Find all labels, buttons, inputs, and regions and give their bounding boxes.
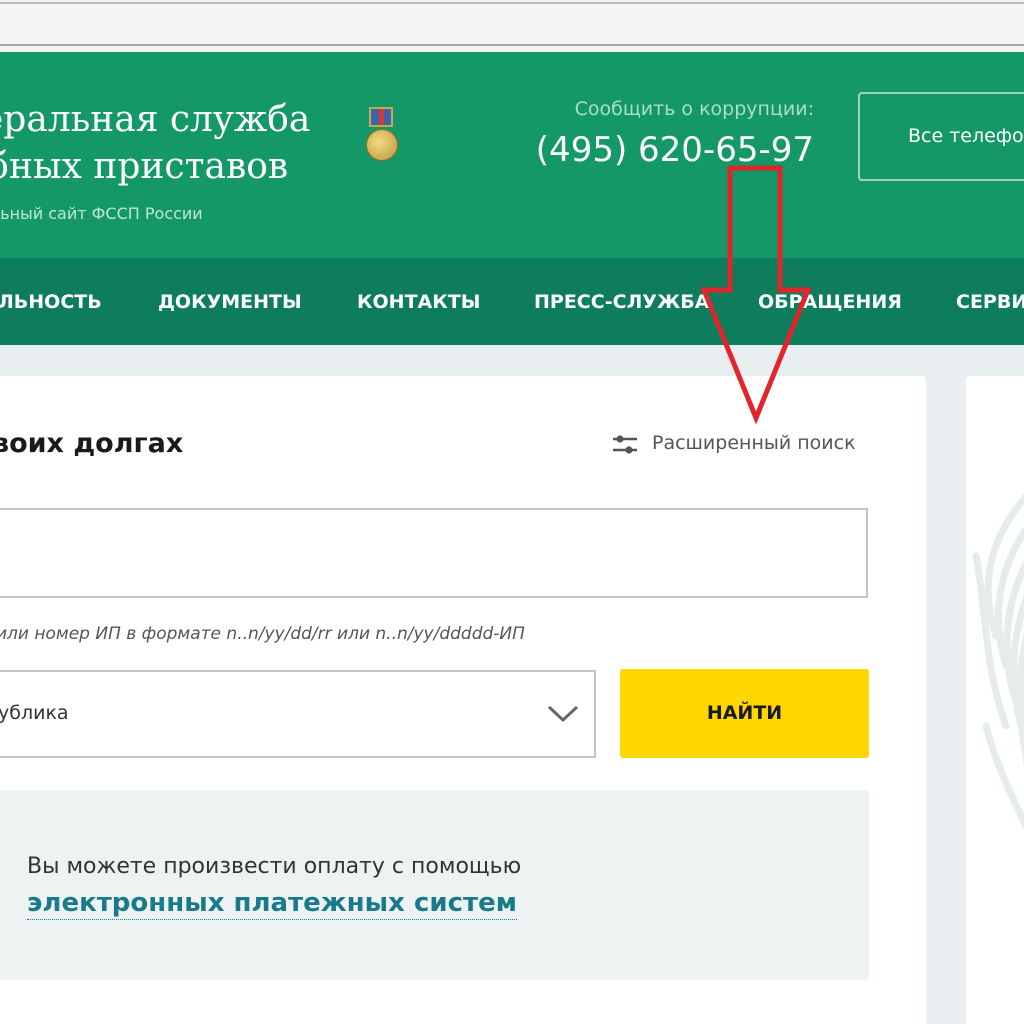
- side-panel: [966, 376, 1024, 1024]
- browser-chrome: [0, 0, 1024, 52]
- nav-item-contacts[interactable]: КОНТАКТЫ: [357, 290, 480, 314]
- nav-item-press[interactable]: ПРЕСС-СЛУЖБА: [534, 290, 709, 314]
- corruption-phone[interactable]: (495) 620-65-97: [530, 128, 814, 172]
- emblem-watermark-icon: [972, 493, 1024, 830]
- browser-divider: [0, 44, 1024, 46]
- nav-item-appeals[interactable]: ОБРАЩЕНИЯ: [758, 290, 902, 314]
- payment-systems-link[interactable]: электронных платежных систем: [27, 887, 517, 920]
- main-nav: ЛЬНОСТЬ ДОКУМЕНТЫ КОНТАКТЫ ПРЕСС-СЛУЖБА …: [0, 258, 1024, 345]
- site-title-line1: еральная служба: [0, 99, 311, 140]
- find-button[interactable]: НАЙТИ: [620, 669, 869, 758]
- search-hint: или номер ИП в формате n..n/yy/dd/rr или…: [0, 624, 525, 644]
- site-title-line2: ебных приставов: [0, 146, 289, 187]
- filter-sliders-icon: [613, 435, 637, 454]
- all-phones-button[interactable]: Все телефоны: [858, 92, 1024, 181]
- chevron-down-icon: [547, 705, 579, 723]
- corruption-report: Сообщить о коррупции: (495) 620-65-97: [530, 96, 814, 172]
- region-select[interactable]: ублика: [0, 670, 596, 758]
- nav-item-documents[interactable]: ДОКУМЕНТЫ: [158, 290, 302, 314]
- browser-divider: [0, 2, 1024, 4]
- payment-text: Вы можете произвести оплату с помощью: [27, 854, 522, 879]
- site-header: еральная служба ебных приставов льный са…: [0, 52, 1024, 258]
- region-selected-value: ублика: [0, 702, 69, 724]
- nav-item-services[interactable]: СЕРВИСЫ: [956, 290, 1024, 314]
- payment-info-box: Вы можете произвести оплату с помощью эл…: [0, 790, 869, 980]
- site-subtitle: льный сайт ФССП России: [0, 204, 203, 223]
- nav-item-activity[interactable]: ЛЬНОСТЬ: [0, 290, 102, 314]
- corruption-label: Сообщить о коррупции:: [574, 98, 814, 120]
- debt-search-card: воих долгах Расширенный поиск или номер …: [0, 376, 926, 1024]
- medal-icon: [364, 107, 400, 169]
- advanced-search-label: Расширенный поиск: [652, 432, 856, 454]
- debtor-search-input[interactable]: [0, 508, 868, 598]
- search-title: воих долгах: [0, 428, 184, 459]
